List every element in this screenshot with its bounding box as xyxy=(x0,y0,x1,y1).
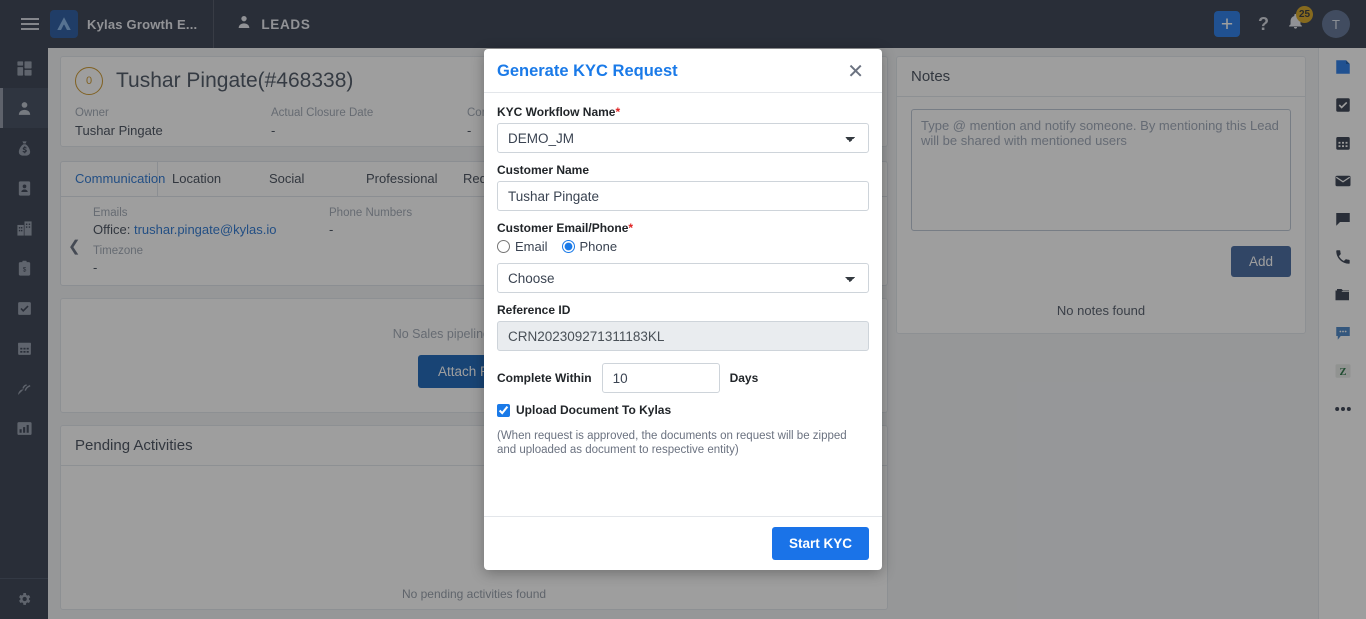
upload-document-label[interactable]: Upload Document To Kylas xyxy=(516,403,671,417)
label-text: Customer Email/Phone xyxy=(497,221,628,235)
kyc-workflow-name-select[interactable]: DEMO_JM xyxy=(497,123,869,153)
reference-id-field: Reference ID xyxy=(497,303,869,351)
upload-document-checkbox-row: Upload Document To Kylas xyxy=(497,403,869,417)
contact-value-select[interactable]: Choose xyxy=(497,263,869,293)
complete-within-label: Complete Within xyxy=(497,371,592,385)
customer-contact-field: Customer Email/Phone* Email Phone Choose xyxy=(497,221,869,293)
required-asterisk: * xyxy=(628,221,633,235)
radio-email-label: Email xyxy=(515,239,548,254)
upload-document-checkbox[interactable] xyxy=(497,404,510,417)
upload-document-helper-text: (When request is approved, the documents… xyxy=(497,429,869,457)
modal-header: Generate KYC Request ✕ xyxy=(484,49,882,93)
required-asterisk: * xyxy=(615,105,620,119)
reference-id-label: Reference ID xyxy=(497,303,869,317)
contact-type-radio-group: Email Phone xyxy=(497,239,869,254)
label-text: KYC Workflow Name xyxy=(497,105,615,119)
customer-contact-label: Customer Email/Phone* xyxy=(497,221,869,235)
complete-within-unit: Days xyxy=(730,371,759,385)
reference-id-input xyxy=(497,321,869,351)
modal-title: Generate KYC Request xyxy=(497,62,678,81)
generate-kyc-request-modal: Generate KYC Request ✕ KYC Workflow Name… xyxy=(484,49,882,570)
customer-name-field: Customer Name xyxy=(497,163,869,211)
radio-phone-input[interactable] xyxy=(562,240,575,253)
app-root: Kylas Growth E... LEADS ? 25 T xyxy=(0,0,1366,619)
start-kyc-button[interactable]: Start KYC xyxy=(772,527,869,560)
complete-within-field: Complete Within Days xyxy=(497,363,869,393)
modal-body: KYC Workflow Name* DEMO_JM Customer Name… xyxy=(484,93,882,516)
radio-phone-label: Phone xyxy=(580,239,618,254)
complete-within-input[interactable] xyxy=(602,363,720,393)
customer-name-label: Customer Name xyxy=(497,163,869,177)
radio-email[interactable]: Email xyxy=(497,239,548,254)
customer-name-input[interactable] xyxy=(497,181,869,211)
kyc-workflow-name-label: KYC Workflow Name* xyxy=(497,105,869,119)
radio-email-input[interactable] xyxy=(497,240,510,253)
modal-footer: Start KYC xyxy=(484,516,882,570)
kyc-workflow-name-field: KYC Workflow Name* DEMO_JM xyxy=(497,105,869,153)
close-icon[interactable]: ✕ xyxy=(845,65,866,79)
radio-phone[interactable]: Phone xyxy=(562,239,618,254)
